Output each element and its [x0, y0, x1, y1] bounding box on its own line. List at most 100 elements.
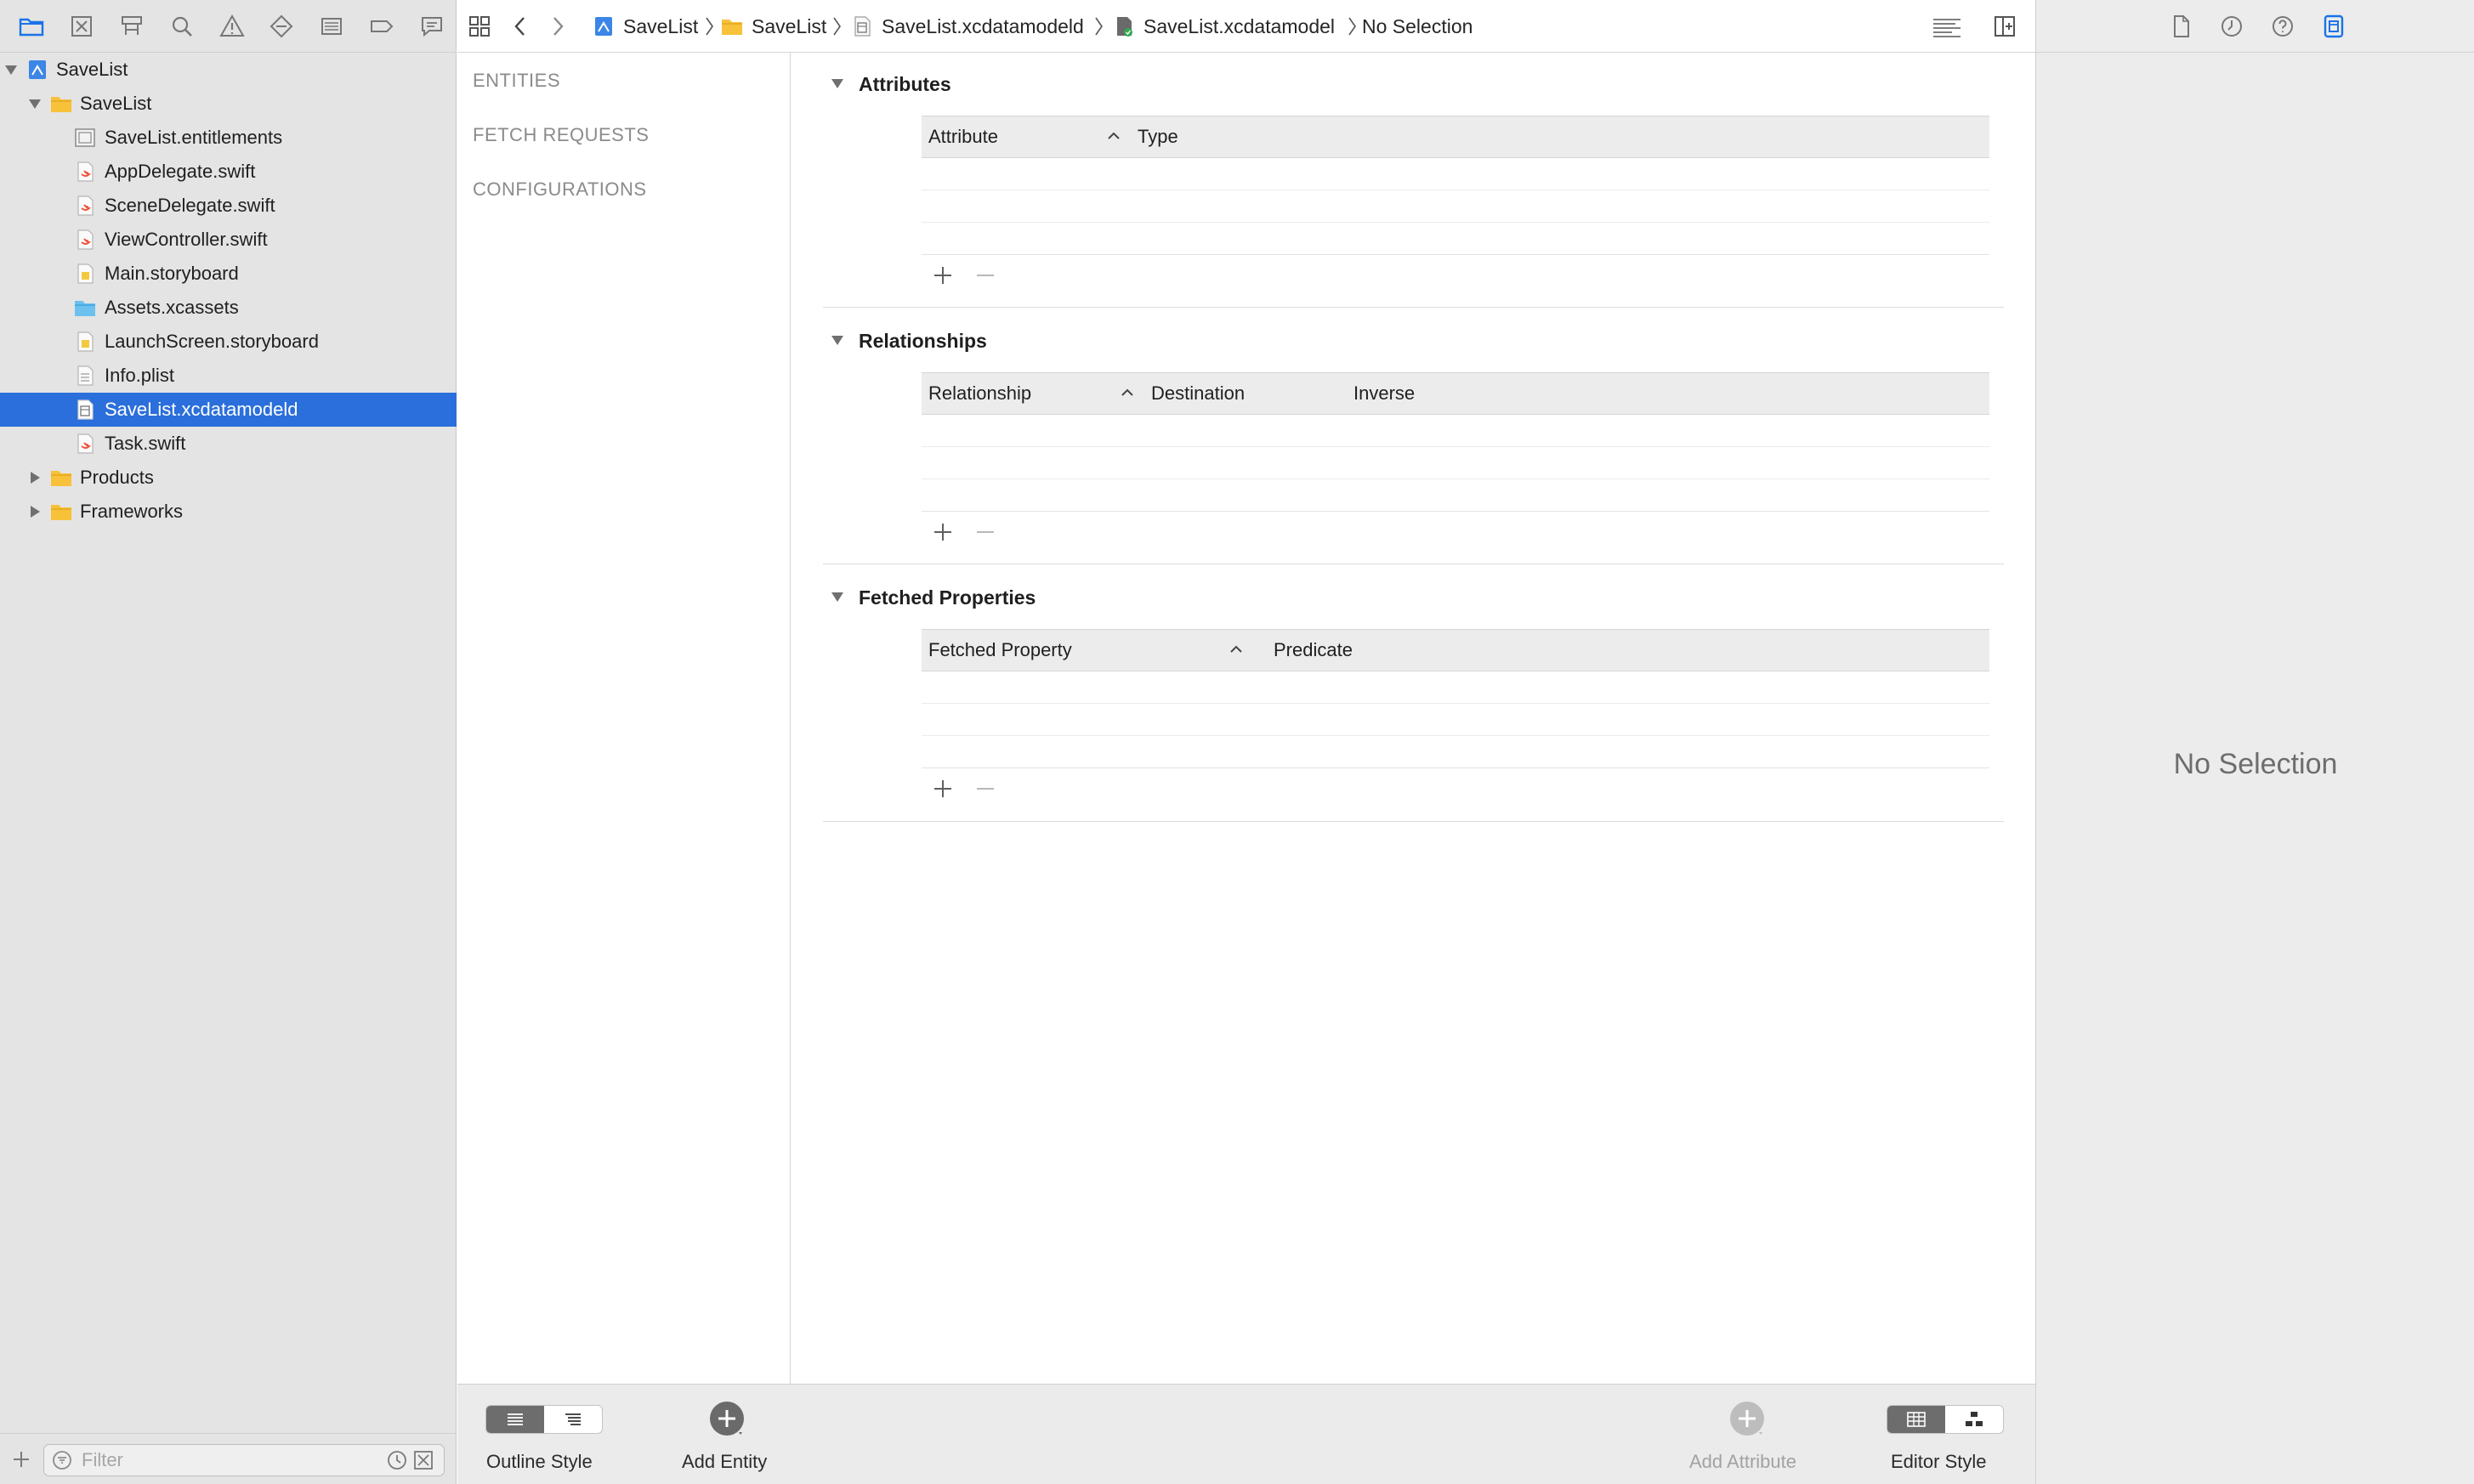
issue-icon[interactable] — [207, 0, 257, 53]
breadcrumb-folder[interactable]: SaveList — [720, 0, 826, 53]
debug-icon[interactable] — [307, 0, 357, 53]
datamodel-file-icon — [73, 398, 97, 422]
plus-icon — [14, 1451, 29, 1467]
outline-fetch-requests-header[interactable]: FETCH REQUESTS — [473, 124, 649, 146]
disclosure-expanded-icon[interactable] — [830, 589, 845, 604]
tree-item-project[interactable]: SaveList — [0, 53, 457, 87]
column-header[interactable]: Attribute — [928, 116, 998, 157]
project-navigator: SaveList SaveList SaveList.entitlements … — [0, 0, 457, 1484]
source-control-filter-icon[interactable] — [413, 1450, 434, 1470]
column-header[interactable]: Fetched Property — [928, 630, 1072, 671]
column-header[interactable]: Type — [1138, 116, 1178, 157]
table-row — [922, 190, 1989, 223]
back-button[interactable] — [508, 0, 532, 53]
disclosure-expanded-icon[interactable] — [26, 95, 43, 112]
data-model-inspector-icon[interactable] — [2320, 13, 2347, 40]
plus-icon — [934, 524, 951, 541]
tree-item-label: LaunchScreen.storyboard — [105, 331, 319, 352]
tree-item-file-selected[interactable]: SaveList.xcdatamodeld — [0, 393, 457, 427]
sort-ascending-icon[interactable] — [1228, 641, 1245, 658]
tree-item-folder[interactable]: SaveList — [0, 87, 457, 121]
forward-button[interactable] — [546, 0, 570, 53]
folder-icon — [49, 92, 73, 116]
tree-item-file[interactable]: AppDelegate.swift — [0, 155, 457, 189]
add-editor-icon[interactable] — [1993, 0, 2017, 53]
minus-icon — [977, 531, 994, 533]
plist-file-icon — [73, 364, 97, 388]
column-header[interactable]: Predicate — [1274, 630, 1353, 671]
outline-style-list-button[interactable] — [486, 1406, 544, 1433]
editor-style-label: Editor Style — [1891, 1451, 1987, 1472]
quick-help-icon[interactable] — [2269, 13, 2296, 40]
report-icon[interactable] — [406, 0, 457, 53]
file-inspector-icon[interactable] — [2167, 13, 2194, 40]
test-icon[interactable] — [257, 0, 307, 53]
breadcrumb-datamodeld[interactable]: SaveList.xcdatamodeld — [850, 0, 1084, 53]
breadcrumb-datamodel[interactable]: SaveList.xcdatamodel — [1112, 0, 1335, 53]
breadcrumb-project[interactable]: SaveList — [592, 0, 698, 53]
editor-style-segmented-control — [1887, 1405, 2004, 1434]
tree-item-label: Info.plist — [105, 365, 174, 386]
column-header[interactable]: Relationship — [928, 373, 1031, 414]
history-inspector-icon[interactable] — [2218, 13, 2245, 40]
editor-options-icon[interactable] — [1932, 0, 1962, 53]
tree-item-file[interactable]: Assets.xcassets — [0, 291, 457, 325]
add-file-button[interactable] — [2, 1440, 41, 1479]
remove-fetched-property-row-button[interactable] — [968, 772, 1002, 806]
disclosure-collapsed-icon[interactable] — [26, 469, 43, 486]
attributes-table: Attribute Type — [922, 116, 1989, 255]
tree-item-file[interactable]: SceneDelegate.swift — [0, 189, 457, 223]
column-header[interactable]: Inverse — [1353, 373, 1415, 414]
tree-item-file[interactable]: Main.storyboard — [0, 257, 457, 291]
editor-style-graph-button[interactable] — [1945, 1406, 2003, 1433]
outline-style-hierarchy-button[interactable] — [544, 1406, 602, 1433]
disclosure-expanded-icon[interactable] — [830, 332, 845, 348]
swift-file-icon — [73, 194, 97, 218]
symbol-navigator-icon[interactable] — [107, 0, 157, 53]
tree-item-file[interactable]: Info.plist — [0, 359, 457, 393]
add-attribute-row-button[interactable] — [926, 258, 960, 292]
remove-relationship-row-button[interactable] — [968, 515, 1002, 549]
outline-configurations-header[interactable]: CONFIGURATIONS — [473, 178, 647, 201]
remove-attribute-row-button[interactable] — [968, 258, 1002, 292]
column-header[interactable]: Destination — [1151, 373, 1245, 414]
swift-file-icon — [73, 432, 97, 456]
add-fetched-property-row-button[interactable] — [926, 772, 960, 806]
section-divider — [823, 307, 2004, 308]
table-row — [922, 447, 1989, 479]
fetched-properties-table: Fetched Property Predicate — [922, 629, 1989, 768]
hierarchy-icon — [565, 1413, 581, 1425]
tree-item-label: SaveList.entitlements — [105, 127, 283, 148]
tree-item-file[interactable]: Task.swift — [0, 427, 457, 461]
editor-style-table-button[interactable] — [1887, 1406, 1945, 1433]
table-header: Fetched Property Predicate — [922, 629, 1989, 671]
breadcrumb-selection[interactable]: No Selection — [1362, 0, 1472, 53]
tree-item-folder[interactable]: Products — [0, 461, 457, 495]
attributes-actions — [926, 258, 1011, 292]
swift-file-icon — [73, 160, 97, 184]
sort-ascending-icon[interactable] — [1119, 384, 1136, 401]
disclosure-expanded-icon[interactable] — [3, 61, 20, 78]
sort-ascending-icon[interactable] — [1105, 127, 1122, 144]
tree-item-file[interactable]: ViewController.swift — [0, 223, 457, 257]
add-attribute-button[interactable] — [1727, 1400, 1768, 1441]
filter-field[interactable] — [43, 1444, 445, 1476]
source-control-icon[interactable] — [57, 0, 107, 53]
related-items-icon[interactable] — [468, 0, 491, 53]
tree-item-file[interactable]: LaunchScreen.storyboard — [0, 325, 457, 359]
recent-files-icon[interactable] — [387, 1450, 407, 1470]
tree-item-file[interactable]: SaveList.entitlements — [0, 121, 457, 155]
add-relationship-row-button[interactable] — [926, 515, 960, 549]
filter-input[interactable] — [82, 1449, 371, 1471]
disclosure-collapsed-icon[interactable] — [26, 503, 43, 520]
add-entity-button[interactable] — [706, 1400, 747, 1441]
find-icon[interactable] — [156, 0, 207, 53]
outline-entities-header[interactable]: ENTITIES — [473, 70, 560, 92]
inspector-panel: No Selection — [2035, 0, 2474, 1484]
disclosure-expanded-icon[interactable] — [830, 76, 845, 91]
breakpoint-icon[interactable] — [356, 0, 406, 53]
jump-bar: SaveList SaveList SaveList.xcdatamodeld … — [457, 0, 2035, 53]
project-navigator-icon[interactable] — [7, 0, 57, 53]
tree-item-folder[interactable]: Frameworks — [0, 495, 457, 529]
tree-item-label: SaveList — [80, 93, 152, 114]
